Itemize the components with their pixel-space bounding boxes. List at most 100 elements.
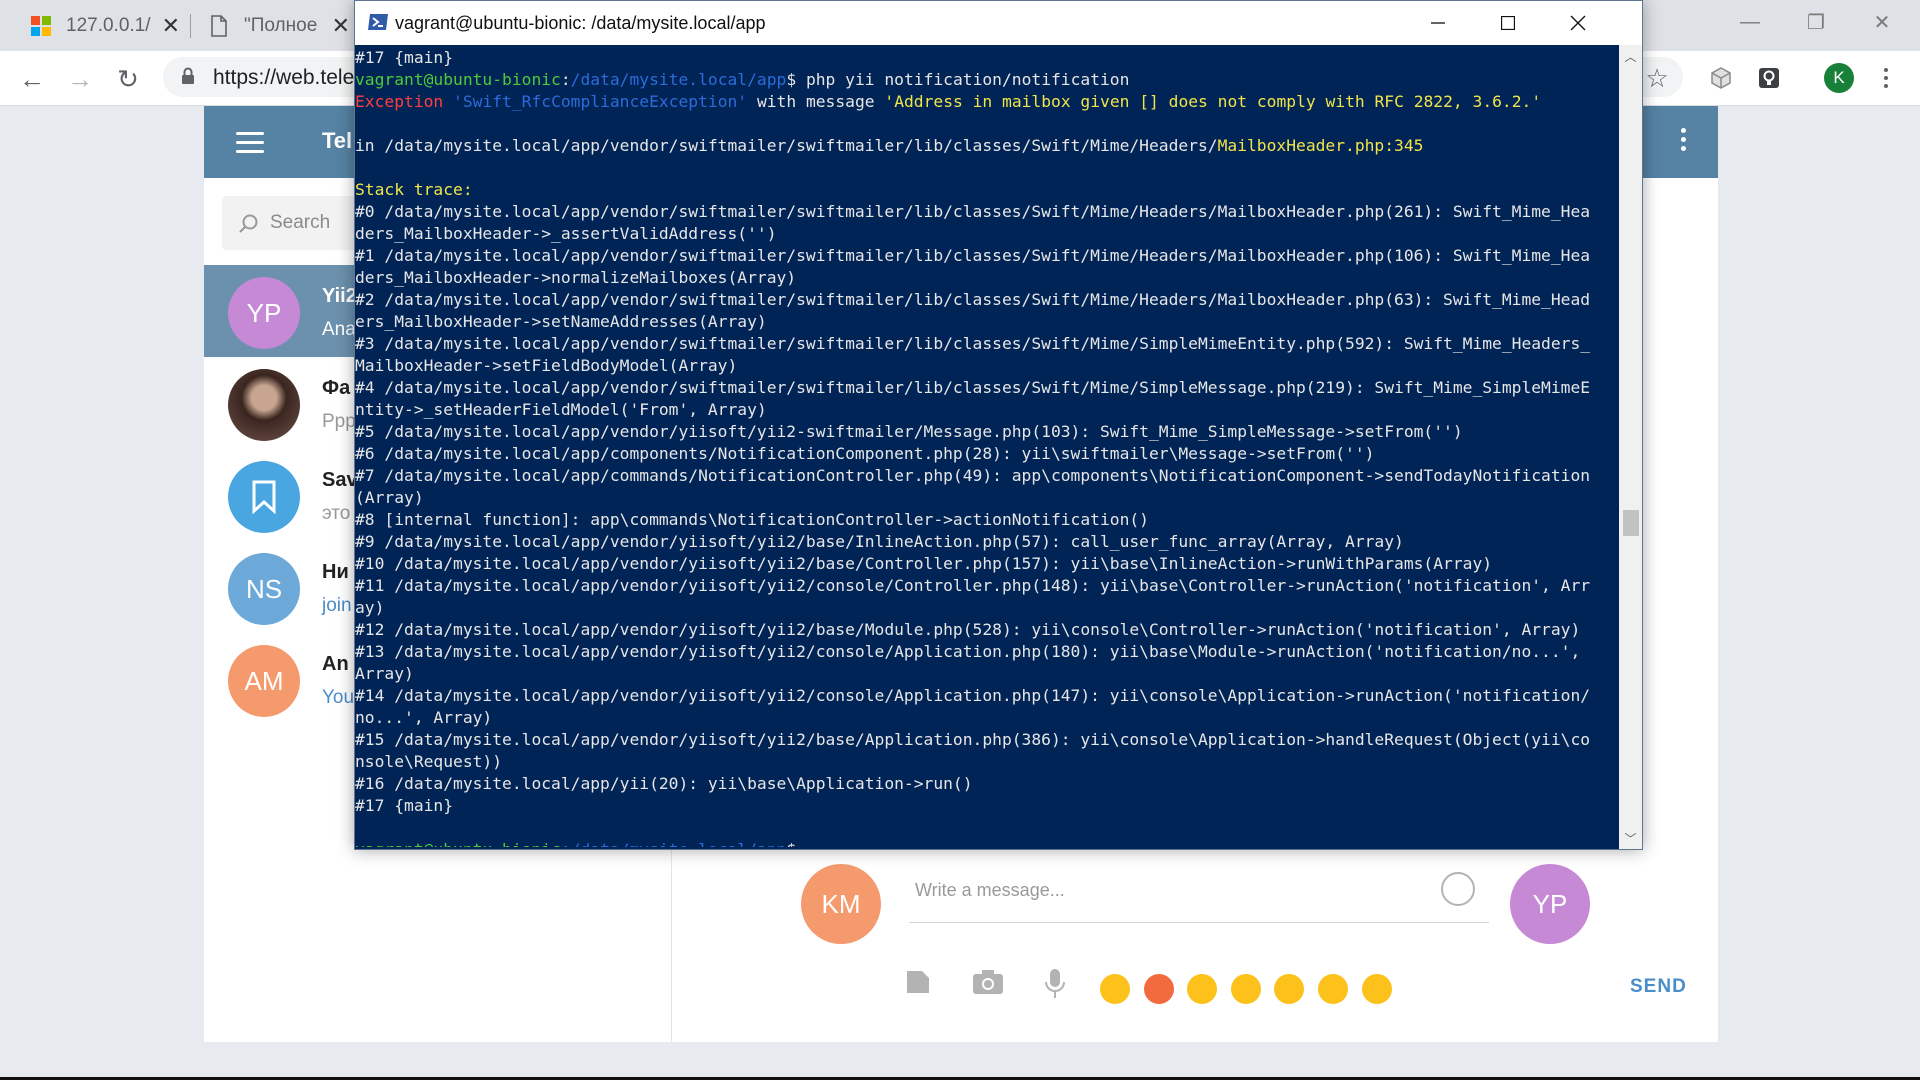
- stack-trace-line: ers_MailboxHeader->setNameAddresses(Arra…: [355, 312, 767, 331]
- document-favicon-icon: [211, 14, 227, 37]
- exception-with: with message: [756, 92, 875, 111]
- prompt-path: /data/mysite.local/app: [571, 840, 787, 847]
- microphone-icon[interactable]: [1044, 968, 1066, 1007]
- exception-class: 'Swift_RfcComplianceException': [453, 92, 748, 111]
- relieved-emoji-icon[interactable]: [1231, 974, 1261, 1004]
- emoji-icon[interactable]: [1441, 872, 1475, 906]
- avatar: NS: [228, 553, 300, 625]
- exception-message: 'Address in mailbox given [] does not co…: [884, 92, 1542, 111]
- hamburger-menu-icon[interactable]: [236, 132, 264, 153]
- kiss-emoji-icon[interactable]: [1100, 974, 1130, 1004]
- stack-trace-line: ders_MailboxHeader->normalizeMailboxes(A…: [355, 268, 797, 287]
- url-text: https://web.tele: [213, 66, 355, 89]
- back-icon[interactable]: ←: [14, 61, 50, 97]
- scroll-up-icon[interactable]: ︿: [1619, 45, 1642, 67]
- smile-emoji-icon[interactable]: [1318, 974, 1348, 1004]
- command-text: php yii notification/notification: [805, 70, 1130, 89]
- peer-avatar[interactable]: YP: [1510, 864, 1590, 944]
- message-placeholder: Write a message...: [915, 880, 1065, 900]
- stack-trace-line: ntity->_setHeaderFieldModel('From', Arra…: [355, 400, 767, 419]
- stack-trace-line: #7 /data/mysite.local/app/commands/Notif…: [355, 466, 1591, 485]
- stack-trace-line: ay): [355, 598, 385, 617]
- stack-trace-line: (Array): [355, 488, 424, 507]
- stack-trace-line: #17 {main}: [355, 796, 454, 815]
- stack-trace-line: #15 /data/mysite.local/app/vendor/yiisof…: [355, 730, 1591, 749]
- self-avatar[interactable]: KM: [801, 864, 881, 944]
- stack-trace-line: #4 /data/mysite.local/app/vendor/swiftma…: [355, 378, 1591, 397]
- scroll-down-icon[interactable]: ﹀: [1619, 827, 1642, 849]
- dialog-preview: это: [322, 503, 351, 524]
- tongue-emoji-icon[interactable]: [1187, 974, 1217, 1004]
- dialog-preview: join: [322, 595, 352, 616]
- stack-trace: #0 /data/mysite.local/app/vendor/swiftma…: [355, 202, 1590, 815]
- stack-trace-line: #8 [internal function]: app\commands\Not…: [355, 510, 1149, 529]
- stack-trace-line: #16 /data/mysite.local/app/yii(20): yii\…: [355, 774, 973, 793]
- stack-trace-line: #5 /data/mysite.local/app/vendor/yiisoft…: [355, 422, 1463, 441]
- terminal-scrollbar[interactable]: ︿ ﹀: [1619, 45, 1642, 849]
- more-options-icon[interactable]: [1681, 128, 1686, 151]
- prompt-user: vagrant@ubuntu-bionic: [355, 840, 561, 847]
- prompt-path: /data/mysite.local/app: [570, 70, 787, 89]
- stack-trace-line: #1 /data/mysite.local/app/vendor/swiftma…: [355, 246, 1591, 265]
- app-title: Tel: [322, 128, 353, 153]
- close-icon[interactable]: ✕: [1852, 0, 1912, 44]
- profile-avatar[interactable]: K: [1824, 63, 1854, 93]
- terminal-window: vagrant@ubuntu-bionic: /data/mysite.loca…: [354, 0, 1643, 850]
- tab-close-icon[interactable]: ✕: [332, 13, 350, 39]
- restore-icon[interactable]: ❐: [1786, 0, 1846, 44]
- extension-bulb-icon[interactable]: [1756, 65, 1782, 91]
- stack-trace-line: Array): [355, 664, 414, 683]
- heart-eyes-emoji-icon[interactable]: [1274, 974, 1304, 1004]
- scroll-thumb[interactable]: [1623, 510, 1639, 536]
- stack-trace-line: #2 /data/mysite.local/app/vendor/swiftma…: [355, 290, 1591, 309]
- stack-trace-line: #14 /data/mysite.local/app/vendor/yiisof…: [355, 686, 1591, 705]
- terminal-text: #17 {main} vagrant@ubuntu-bionic:/data/m…: [355, 47, 1616, 847]
- avatar-photo: [228, 369, 300, 441]
- browser-tab-1[interactable]: 127.0.0.1/ ✕: [30, 0, 180, 51]
- send-button[interactable]: SEND: [1630, 976, 1687, 998]
- angry-emoji-icon[interactable]: [1144, 974, 1174, 1004]
- message-input[interactable]: Write a message...: [909, 868, 1489, 923]
- stack-trace-line: #11 /data/mysite.local/app/vendor/yiisof…: [355, 576, 1591, 595]
- bookmark-icon: [252, 480, 276, 514]
- avatar: YP: [228, 277, 300, 349]
- tab-separator: [190, 14, 191, 38]
- bookmark-star-icon[interactable]: ☆: [1644, 63, 1670, 93]
- minimize-icon[interactable]: —: [1720, 0, 1780, 44]
- stack-trace-header: Stack trace:: [355, 180, 473, 199]
- terminal-titlebar[interactable]: vagrant@ubuntu-bionic: /data/mysite.loca…: [355, 1, 1642, 45]
- avatar: [228, 461, 300, 533]
- stack-trace-line: #3 /data/mysite.local/app/vendor/swiftma…: [355, 334, 1591, 353]
- browser-tab-2[interactable]: "Полное ✕: [208, 0, 350, 51]
- minimize-icon[interactable]: [1403, 1, 1473, 45]
- dialog-preview: Ррр: [322, 411, 356, 432]
- browser-menu-icon[interactable]: [1876, 63, 1896, 93]
- maximize-icon[interactable]: [1473, 1, 1543, 45]
- terminal-output[interactable]: #17 {main} vagrant@ubuntu-bionic:/data/m…: [355, 47, 1616, 847]
- stack-trace-line: MailboxHeader->setFieldBodyModel(Array): [355, 356, 738, 375]
- stack-trace-line: ders_MailboxHeader->_assertValidAddress(…: [355, 224, 777, 243]
- forward-icon[interactable]: →: [62, 61, 98, 97]
- reload-icon[interactable]: ↻: [110, 61, 146, 97]
- stack-trace-line: #12 /data/mysite.local/app/vendor/yiisof…: [355, 620, 1581, 639]
- stack-trace-line: nsole\Request)): [355, 752, 503, 771]
- dialog-name: Ни: [322, 561, 349, 583]
- location-file: MailboxHeader.php: [1217, 136, 1385, 155]
- tab-title: 127.0.0.1/: [66, 14, 151, 36]
- close-icon[interactable]: [1543, 1, 1613, 45]
- grin-emoji-icon[interactable]: [1362, 974, 1392, 1004]
- lock-icon: [182, 67, 194, 84]
- dialog-preview: You: [322, 687, 355, 708]
- powershell-icon: [368, 14, 388, 30]
- exception-label: Exception: [355, 92, 444, 111]
- tab-close-icon[interactable]: ✕: [162, 13, 180, 39]
- attach-file-icon[interactable]: [904, 968, 932, 1003]
- extension-cube-icon[interactable]: [1708, 65, 1734, 91]
- search-icon: [239, 214, 258, 233]
- avatar: AM: [228, 645, 300, 717]
- search-placeholder: Search: [270, 212, 331, 233]
- stack-trace-line: #10 /data/mysite.local/app/vendor/yiisof…: [355, 554, 1493, 573]
- camera-icon[interactable]: [972, 968, 1004, 1003]
- line-prev: #17 {main}: [355, 48, 454, 67]
- stack-trace-line: #13 /data/mysite.local/app/vendor/yiisof…: [355, 642, 1581, 661]
